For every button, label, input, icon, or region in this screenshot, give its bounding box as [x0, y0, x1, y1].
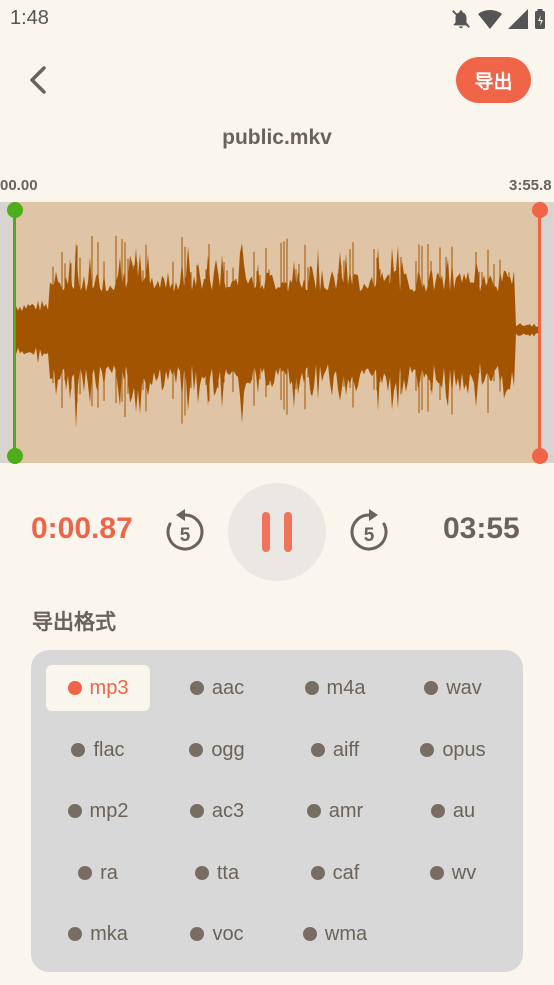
- status-icons: [450, 8, 546, 30]
- format-option-mp3[interactable]: mp3: [46, 665, 150, 711]
- format-label: aiff: [332, 738, 360, 761]
- format-label: ac3: [211, 799, 245, 822]
- export-format-title: 导出格式: [32, 610, 116, 634]
- format-option-m4a[interactable]: m4a: [283, 665, 387, 711]
- format-label: mp3: [89, 676, 129, 699]
- format-label: mp2: [89, 799, 129, 822]
- format-label: wma: [324, 922, 368, 945]
- radio-dot-icon: [430, 804, 445, 818]
- end-handle-line[interactable]: [538, 209, 541, 456]
- format-label: ogg: [211, 738, 245, 761]
- format-option-wv[interactable]: wv: [401, 850, 505, 896]
- format-label: au: [452, 799, 476, 822]
- radio-dot-icon: [420, 743, 435, 757]
- pause-button[interactable]: [228, 483, 326, 581]
- current-time: 0:00.87: [31, 512, 133, 545]
- format-option-opus[interactable]: opus: [401, 727, 505, 773]
- start-handle-bottom[interactable]: [7, 448, 23, 464]
- format-label: m4a: [326, 676, 366, 699]
- format-option-wav[interactable]: wav: [401, 665, 505, 711]
- format-grid: mp3 aac m4a wav flac ogg aiff opus mp2 ac3 amr au ra…: [31, 650, 523, 972]
- battery-charging-icon: [535, 9, 545, 29]
- notifications-off-icon: [452, 10, 470, 29]
- radio-dot-icon: [304, 681, 319, 695]
- waveform-shape: [16, 241, 538, 429]
- format-label: aac: [211, 676, 245, 699]
- format-option-au[interactable]: au: [401, 788, 505, 834]
- radio-dot-icon: [71, 743, 86, 757]
- radio-dot-icon: [78, 866, 93, 880]
- start-handle-top[interactable]: [7, 202, 23, 218]
- radio-dot-icon: [429, 866, 444, 880]
- format-label: wv: [451, 861, 477, 884]
- format-label: voc: [212, 922, 244, 945]
- forward-seconds-label: 5: [364, 525, 375, 546]
- radio-dot-icon: [189, 681, 204, 695]
- format-option-aiff[interactable]: aiff: [283, 727, 387, 773]
- forward-5-icon: 5: [350, 509, 388, 551]
- radio-dot-icon: [306, 804, 321, 818]
- wifi-icon: [478, 10, 502, 29]
- format-label: flac: [93, 738, 125, 761]
- radio-dot-icon: [310, 743, 325, 757]
- format-label: mka: [90, 922, 128, 945]
- format-option-caf[interactable]: caf: [283, 850, 387, 896]
- end-handle-top[interactable]: [532, 202, 548, 218]
- timeline-start-label: 00.00: [0, 177, 38, 194]
- pause-icon: [262, 512, 270, 552]
- format-label: ra: [100, 861, 118, 884]
- radio-dot-icon: [190, 927, 205, 941]
- format-label: tta: [216, 861, 240, 884]
- format-option-flac[interactable]: flac: [46, 727, 150, 773]
- radio-dot-icon: [189, 743, 204, 757]
- radio-dot-icon: [302, 927, 317, 941]
- status-time: 1:48: [10, 7, 49, 29]
- format-label: wav: [446, 676, 482, 699]
- total-time: 03:55: [443, 512, 520, 545]
- format-option-mka[interactable]: mka: [46, 911, 150, 957]
- status-bar: 1:48: [0, 0, 554, 38]
- radio-dot-icon: [67, 681, 82, 695]
- replay-5-icon: 5: [166, 509, 204, 551]
- format-option-voc[interactable]: voc: [165, 911, 269, 957]
- forward-5-button[interactable]: 5: [346, 509, 392, 555]
- format-option-mp2[interactable]: mp2: [46, 788, 150, 834]
- format-option-tta[interactable]: tta: [165, 850, 269, 896]
- format-option-ra[interactable]: ra: [46, 850, 150, 896]
- back-button[interactable]: [22, 60, 58, 100]
- start-handle-line[interactable]: [13, 209, 16, 456]
- waveform-editor[interactable]: [0, 202, 554, 464]
- format-label: opus: [442, 738, 486, 761]
- chevron-left-icon: [30, 66, 46, 94]
- radio-dot-icon: [189, 804, 204, 818]
- format-label: caf: [332, 861, 360, 884]
- radio-dot-icon: [67, 804, 82, 818]
- radio-dot-icon: [194, 866, 209, 880]
- radio-dot-icon: [310, 866, 325, 880]
- timeline-end-label: 3:55.8: [509, 177, 552, 194]
- file-title: public.mkv: [222, 126, 332, 149]
- format-option-aac[interactable]: aac: [165, 665, 269, 711]
- export-button[interactable]: 导出: [456, 57, 531, 103]
- rewind-seconds-label: 5: [180, 525, 191, 546]
- rewind-5-button[interactable]: 5: [162, 509, 208, 555]
- format-option-wma[interactable]: wma: [283, 911, 387, 957]
- end-handle-bottom[interactable]: [532, 448, 548, 464]
- format-option-amr[interactable]: amr: [283, 788, 387, 834]
- format-label: amr: [328, 799, 364, 822]
- format-option-ac3[interactable]: ac3: [165, 788, 269, 834]
- waveform: [16, 235, 538, 429]
- radio-dot-icon: [424, 681, 439, 695]
- radio-dot-icon: [68, 927, 83, 941]
- signal-icon: [508, 9, 528, 29]
- format-option-ogg[interactable]: ogg: [165, 727, 269, 773]
